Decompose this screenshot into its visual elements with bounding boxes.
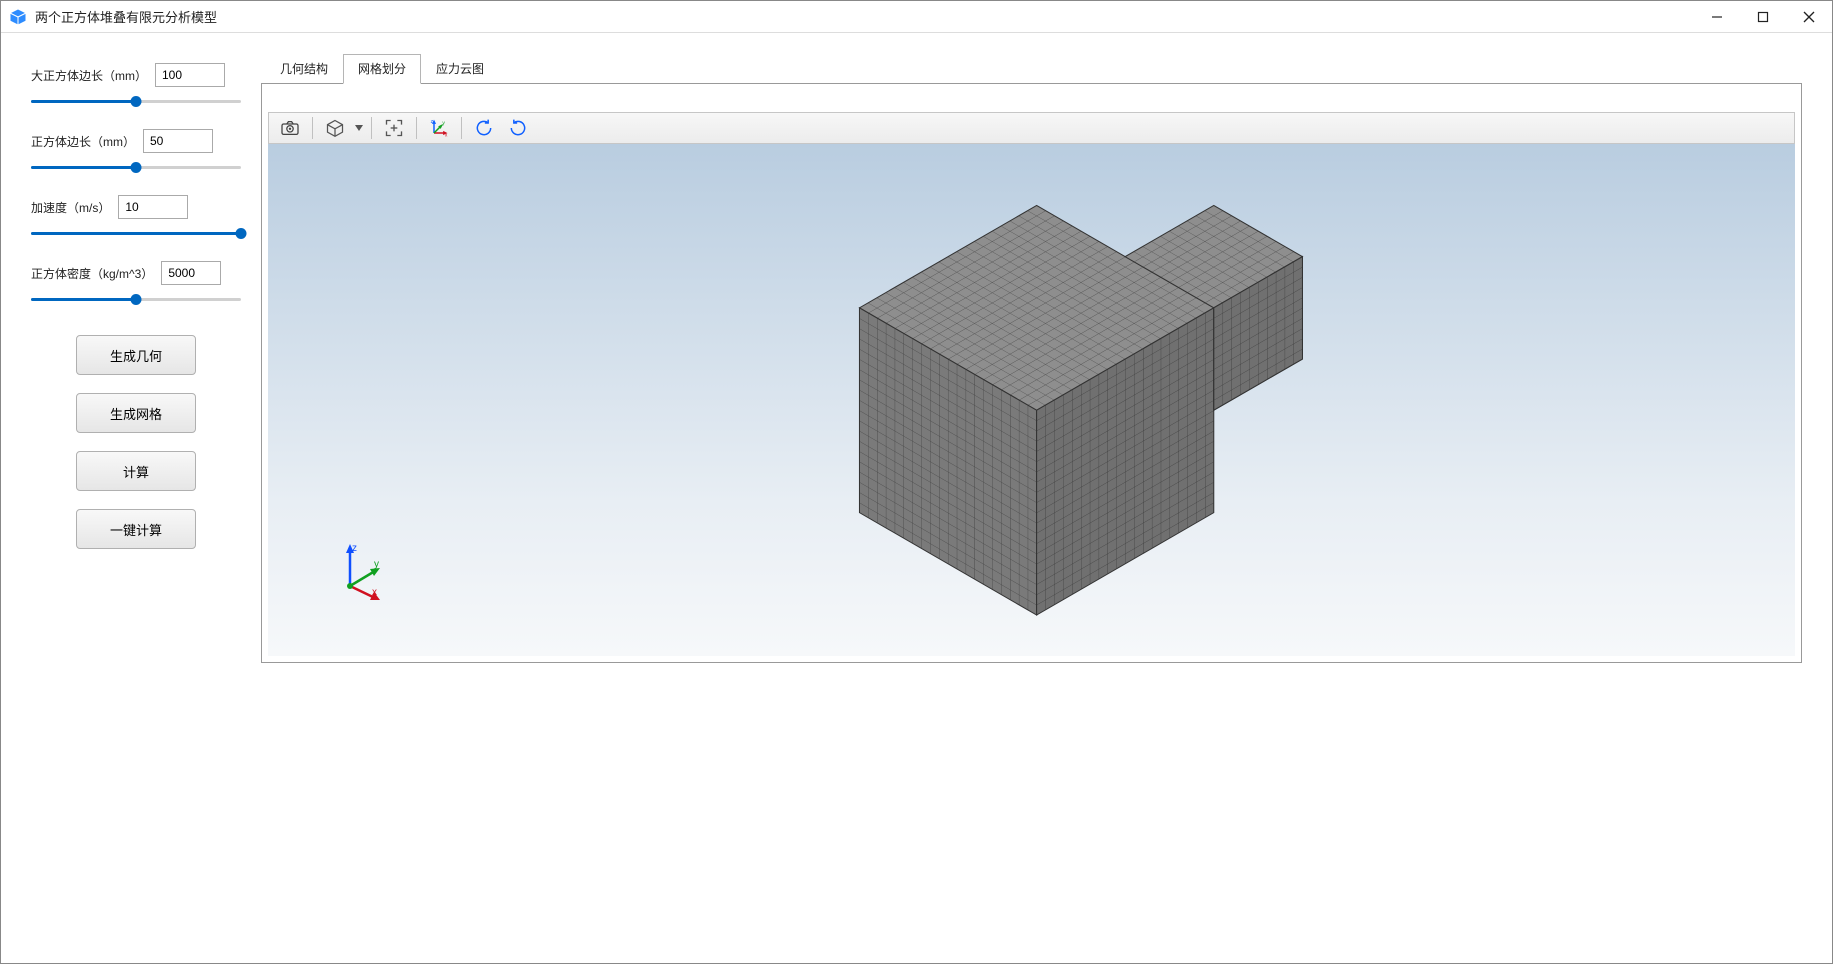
- small-edge-slider[interactable]: [31, 161, 241, 175]
- mesh-model: [268, 144, 1795, 656]
- toolbar-separator: [312, 117, 313, 139]
- camera-icon[interactable]: [275, 115, 305, 141]
- close-button[interactable]: [1786, 1, 1832, 32]
- density-slider[interactable]: [31, 293, 241, 307]
- app-window: 两个正方体堆叠有限元分析模型 大正方体边长（mm）: [0, 0, 1833, 964]
- big-edge-input[interactable]: [155, 63, 225, 87]
- toolbar-separator: [416, 117, 417, 139]
- generate-mesh-button[interactable]: 生成网格: [76, 393, 196, 433]
- param-small-edge: 正方体边长（mm）: [31, 129, 241, 175]
- titlebar: 两个正方体堆叠有限元分析模型: [1, 1, 1832, 33]
- cube-view-icon[interactable]: [320, 115, 350, 141]
- action-buttons: 生成几何 生成网格 计算 一键计算: [31, 335, 241, 549]
- param-label: 加速度（m/s）: [31, 199, 110, 216]
- param-label: 正方体密度（kg/m^3）: [31, 265, 153, 282]
- main-panel: 几何结构 网格划分 应力云图: [261, 53, 1802, 943]
- viewport-frame: z y x: [261, 83, 1802, 663]
- svg-text:y: y: [442, 121, 445, 127]
- rotate-ccw-icon[interactable]: [469, 115, 499, 141]
- app-icon: [9, 8, 27, 26]
- fit-view-icon[interactable]: [379, 115, 409, 141]
- axis-toggle-icon[interactable]: z y x: [424, 115, 454, 141]
- window-controls: [1694, 1, 1832, 32]
- window-title: 两个正方体堆叠有限元分析模型: [35, 7, 217, 26]
- small-edge-input[interactable]: [143, 129, 213, 153]
- tab-geometry[interactable]: 几何结构: [265, 54, 343, 84]
- axis-x-label: x: [372, 587, 377, 598]
- 3d-viewport[interactable]: z y x: [268, 144, 1795, 656]
- density-input[interactable]: [161, 261, 221, 285]
- one-click-compute-button[interactable]: 一键计算: [76, 509, 196, 549]
- tab-bar: 几何结构 网格划分 应力云图: [265, 53, 1802, 83]
- generate-geometry-button[interactable]: 生成几何: [76, 335, 196, 375]
- tab-contour[interactable]: 应力云图: [421, 54, 499, 84]
- cube-view-dropdown[interactable]: [354, 115, 364, 141]
- param-accel: 加速度（m/s）: [31, 195, 241, 241]
- param-label: 大正方体边长（mm）: [31, 67, 147, 84]
- axis-z-label: z: [352, 543, 357, 554]
- rotate-cw-icon[interactable]: [503, 115, 533, 141]
- param-big-edge: 大正方体边长（mm）: [31, 63, 241, 109]
- orientation-triad: z y x: [330, 541, 390, 601]
- compute-button[interactable]: 计算: [76, 451, 196, 491]
- svg-text:x: x: [445, 132, 448, 138]
- accel-slider[interactable]: [31, 227, 241, 241]
- maximize-button[interactable]: [1740, 1, 1786, 32]
- param-label: 正方体边长（mm）: [31, 133, 135, 150]
- viewport-toolbar: z y x: [268, 112, 1795, 144]
- content-area: 大正方体边长（mm） 正方体边长（mm） 加速度（m/s）: [1, 33, 1832, 963]
- accel-input[interactable]: [118, 195, 188, 219]
- tab-mesh[interactable]: 网格划分: [343, 54, 421, 84]
- viewport-wrap: z y x: [268, 112, 1795, 656]
- sidebar: 大正方体边长（mm） 正方体边长（mm） 加速度（m/s）: [31, 53, 241, 943]
- param-density: 正方体密度（kg/m^3）: [31, 261, 241, 307]
- minimize-button[interactable]: [1694, 1, 1740, 32]
- axis-y-label: y: [374, 559, 379, 570]
- toolbar-separator: [461, 117, 462, 139]
- toolbar-separator: [371, 117, 372, 139]
- big-edge-slider[interactable]: [31, 95, 241, 109]
